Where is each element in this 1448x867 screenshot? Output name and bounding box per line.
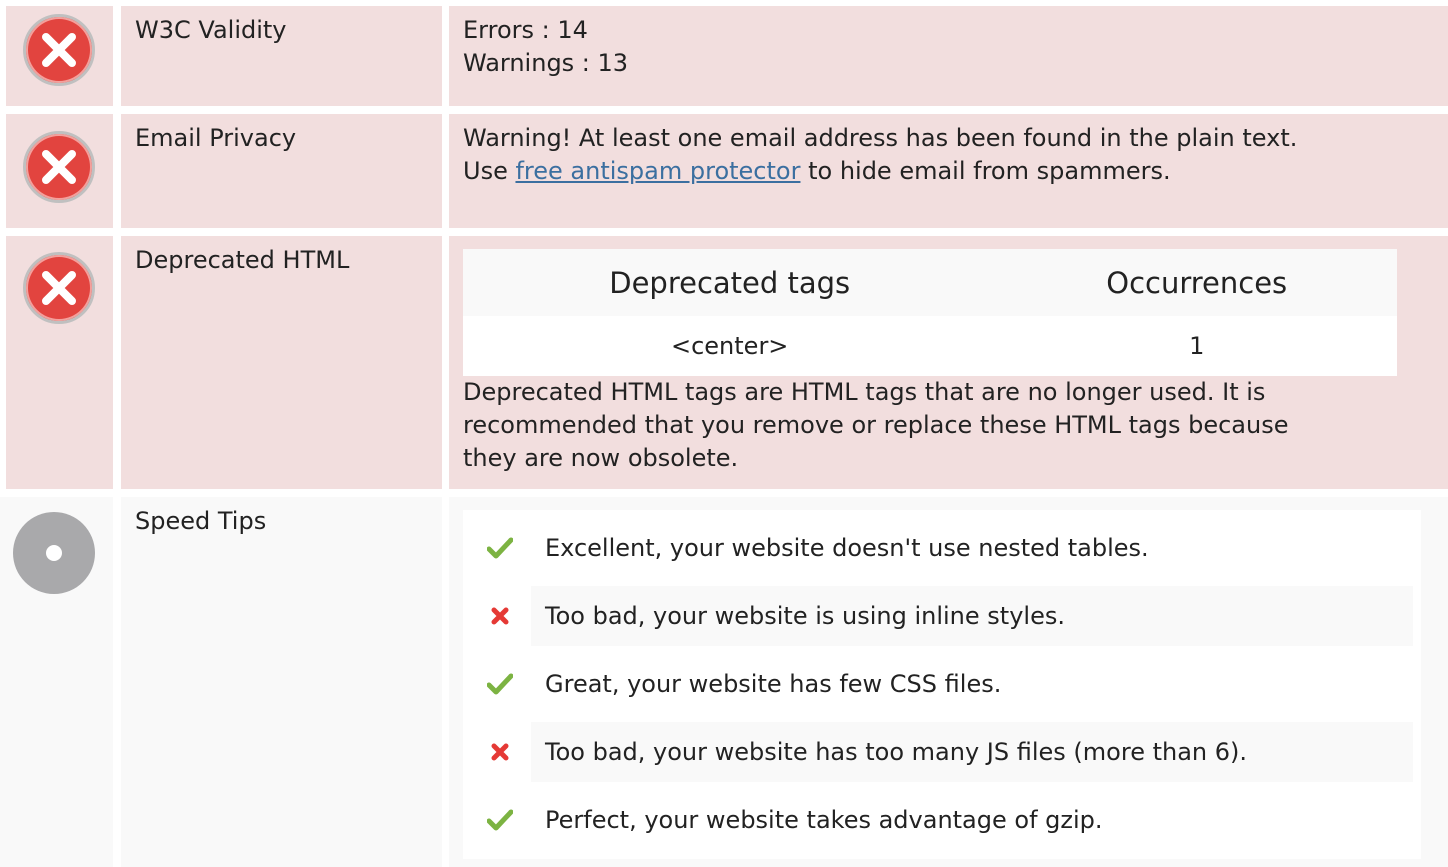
cross-icon [469, 722, 531, 782]
tip-text: Great, your website has few CSS files. [545, 670, 1002, 698]
neutral-status-icon [13, 512, 95, 594]
tip-text: Too bad, your website has too many JS fi… [545, 738, 1248, 766]
tip-text: Excellent, your website doesn't use nest… [545, 534, 1149, 562]
list-item: Too bad, your website has too many JS fi… [469, 722, 1413, 782]
speed-tips-list: Excellent, your website doesn't use nest… [463, 510, 1421, 859]
check-icon [469, 518, 531, 578]
check-icon [469, 790, 531, 850]
cross-icon [469, 586, 531, 646]
row-label: Speed Tips [121, 497, 442, 867]
dot-icon [46, 545, 62, 561]
list-item: Excellent, your website doesn't use nest… [469, 518, 1413, 578]
tip-text: Too bad, your website is using inline st… [545, 602, 1065, 630]
list-item: Perfect, your website takes advantage of… [469, 790, 1413, 850]
list-item: Great, your website has few CSS files. [469, 654, 1413, 714]
list-item: Too bad, your website is using inline st… [469, 586, 1413, 646]
speed-tips-label: Speed Tips [135, 507, 267, 535]
check-icon [469, 654, 531, 714]
status-cell [0, 497, 113, 867]
tip-text: Perfect, your website takes advantage of… [545, 806, 1103, 834]
